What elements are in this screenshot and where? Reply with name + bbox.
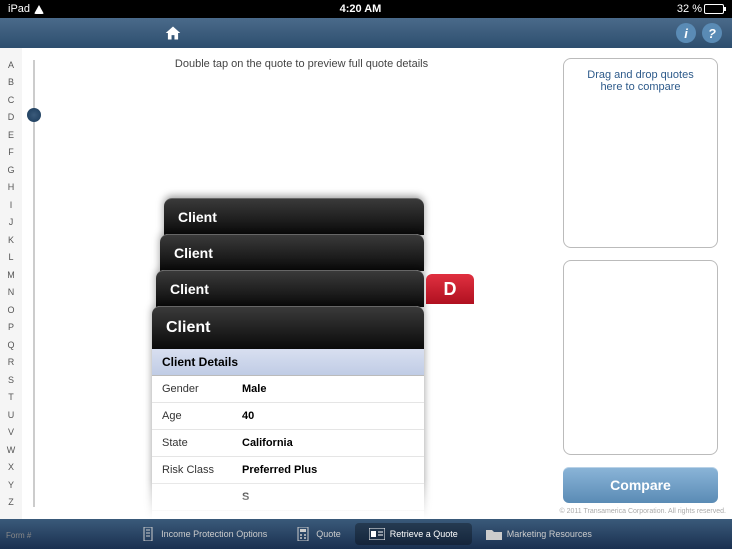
alpha-c[interactable]: C (0, 95, 22, 105)
alpha-p[interactable]: P (0, 322, 22, 332)
alpha-index[interactable]: ABCDEFGHIJKLMNOPQRSTUVWXYZ (0, 48, 22, 519)
slider-knob[interactable] (27, 108, 41, 122)
alpha-g[interactable]: G (0, 165, 22, 175)
instruction-text: Double tap on the quote to preview full … (46, 58, 557, 70)
info-button[interactable]: i (676, 23, 696, 43)
alpha-n[interactable]: N (0, 287, 22, 297)
nav-retrieve-quote[interactable]: Retrieve a Quote (355, 523, 472, 545)
index-slider[interactable] (22, 48, 46, 519)
alpha-f[interactable]: F (0, 147, 22, 157)
folder-icon (486, 527, 502, 541)
alpha-s[interactable]: S (0, 375, 22, 385)
device-label: iPad (8, 3, 30, 15)
nav-income-protection[interactable]: Income Protection Options (126, 523, 281, 545)
alpha-u[interactable]: U (0, 410, 22, 420)
copyright: © 2011 Transamerica Corporation. All rig… (560, 508, 727, 515)
alpha-t[interactable]: T (0, 392, 22, 402)
alpha-h[interactable]: H (0, 182, 22, 192)
detail-row: GenderMale (152, 376, 424, 403)
alpha-d[interactable]: D (0, 112, 22, 122)
alpha-l[interactable]: L (0, 252, 22, 262)
alpha-q[interactable]: Q (0, 340, 22, 350)
alpha-e[interactable]: E (0, 130, 22, 140)
alpha-w[interactable]: W (0, 445, 22, 455)
detail-row: StateCalifornia (152, 430, 424, 457)
top-toolbar: i ? (0, 18, 732, 48)
alpha-k[interactable]: K (0, 235, 22, 245)
battery-icon (704, 4, 724, 14)
detail-row: Risk ClassPreferred Plus (152, 457, 424, 484)
quote-card[interactable]: Client (156, 270, 424, 307)
alpha-j[interactable]: J (0, 217, 22, 227)
alpha-o[interactable]: O (0, 305, 22, 315)
alpha-z[interactable]: Z (0, 497, 22, 507)
form-number: Form # (6, 531, 31, 540)
quote-card-expanded[interactable]: Client Client Details GenderMaleAge40Sta… (152, 306, 424, 519)
calculator-icon (295, 527, 311, 541)
compare-button[interactable]: Compare (563, 467, 718, 503)
id-card-icon (369, 527, 385, 541)
status-bar: iPad 4:20 AM 32 % (0, 0, 732, 18)
home-button[interactable] (160, 22, 186, 44)
alpha-m[interactable]: M (0, 270, 22, 280)
nav-marketing[interactable]: Marketing Resources (472, 523, 606, 545)
alpha-r[interactable]: R (0, 357, 22, 367)
quote-card[interactable]: Client (164, 198, 424, 235)
detail-row: S (152, 484, 424, 511)
alpha-b[interactable]: B (0, 77, 22, 87)
document-icon (140, 527, 156, 541)
time-label: 4:20 AM (44, 3, 677, 15)
battery-label: 32 % (677, 3, 702, 15)
quote-card[interactable]: Client (160, 234, 424, 271)
compare-drop-zone-1[interactable]: Drag and drop quotes here to compare (563, 58, 718, 248)
detail-row: Age40 (152, 403, 424, 430)
help-button[interactable]: ? (702, 23, 722, 43)
letter-tab-d[interactable]: D (426, 274, 474, 304)
wifi-icon (34, 5, 44, 14)
alpha-a[interactable]: A (0, 60, 22, 70)
compare-drop-zone-2[interactable] (563, 260, 718, 455)
home-icon (164, 25, 182, 41)
alpha-i[interactable]: I (0, 200, 22, 210)
nav-quote[interactable]: Quote (281, 523, 355, 545)
alpha-y[interactable]: Y (0, 480, 22, 490)
alpha-v[interactable]: V (0, 427, 22, 437)
bottom-nav: Income Protection Options Quote Retrieve… (0, 519, 732, 549)
alpha-x[interactable]: X (0, 462, 22, 472)
client-details-header: Client Details (152, 349, 424, 376)
